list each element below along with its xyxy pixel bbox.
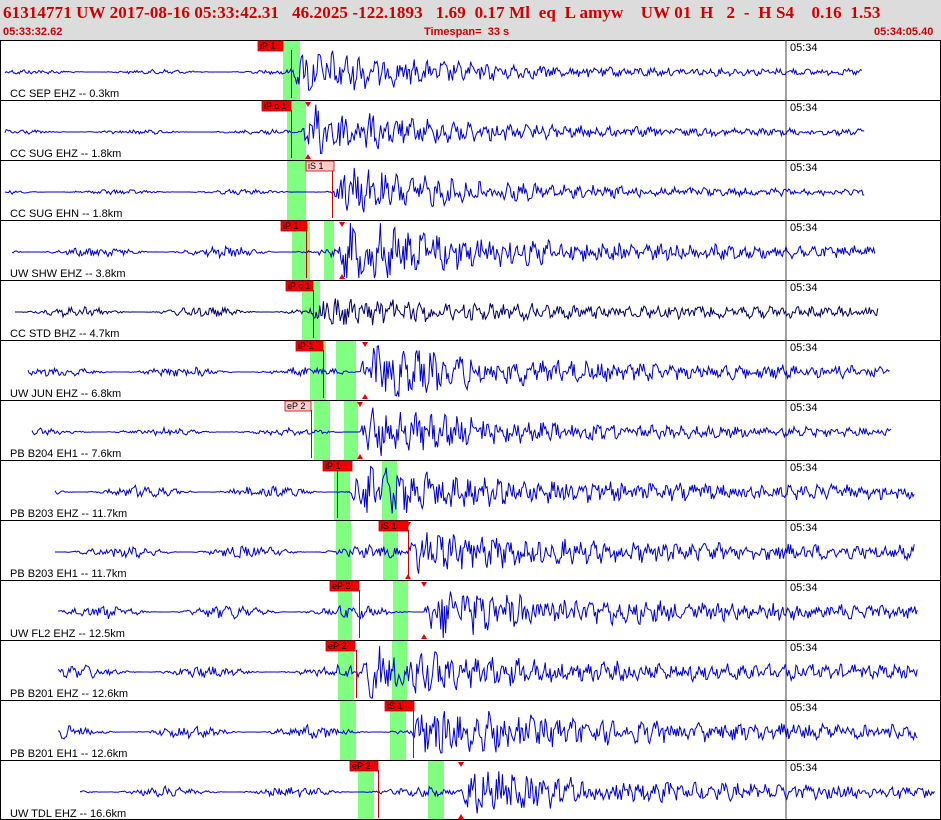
end-time: 05:34:05.40: [874, 26, 934, 38]
start-time: 05:33:32.62: [3, 26, 63, 38]
channel-label: CC SUG EHN -- 1.8km: [10, 208, 122, 220]
channel-label: PB B203 EHZ -- 11.7km: [10, 508, 127, 520]
channel-label: UW TDL EHZ -- 16.6km: [10, 808, 126, 820]
pick-window: [382, 460, 397, 520]
channel-label: CC STD BHZ -- 4.7km: [10, 328, 119, 340]
minute-tick-label: 05:34: [790, 582, 818, 594]
minute-tick-label: 05:34: [790, 342, 818, 354]
minute-tick-label: 05:34: [790, 282, 818, 294]
pick-window: [287, 160, 306, 220]
pick-window: [393, 580, 408, 640]
pick-window: [324, 220, 334, 280]
pick-label: eP 2: [332, 581, 350, 591]
channel-label: UW FL2 EHZ -- 12.5km: [10, 628, 125, 640]
minute-tick-label: 05:34: [790, 762, 818, 774]
pick-window: [336, 340, 356, 400]
timespan: Timespan= 33 s: [424, 26, 509, 38]
pick-label: eP 2: [352, 761, 370, 771]
minute-tick-label: 05:34: [790, 462, 818, 474]
minute-tick-label: 05:34: [790, 402, 818, 414]
pick-label: iP 1: [260, 41, 275, 51]
pick-label: iP 1: [298, 341, 313, 351]
channel-label: UW JUN EHZ -- 6.8km: [10, 388, 121, 400]
pick-window: [336, 520, 351, 580]
minute-tick-label: 05:34: [790, 42, 818, 54]
pick-label: iP c 1: [288, 281, 310, 291]
minute-tick-label: 05:34: [790, 162, 818, 174]
channel-label: UW SHW EHZ -- 3.8km: [10, 268, 126, 280]
channel-label: PB B204 EH1 -- 7.6km: [10, 448, 121, 460]
seismogram-panel[interactable]: 05:34 iP 1 CC SEP EHZ -- 0.3km 05:34 iP c 1 C…: [0, 40, 941, 820]
pick-window: [344, 400, 358, 460]
pick-label: iS 1: [387, 701, 403, 711]
pick-label: iS 1: [308, 161, 324, 171]
channel-label: PB B201 EH1 -- 12.6km: [10, 748, 127, 760]
event-header: 61314771 UW 2017-08-16 05:33:42.31 46.20…: [0, 0, 941, 40]
pick-label: eP 2: [287, 401, 305, 411]
timespan-value: 33 s: [487, 26, 510, 38]
timespan-label: Timespan=: [424, 26, 482, 38]
pick-label: iS 1: [381, 521, 397, 531]
minute-tick-label: 05:34: [790, 222, 818, 234]
channel-label: CC SEP EHZ -- 0.3km: [10, 88, 119, 100]
pick-label: iP 1: [325, 461, 340, 471]
channel-label: PB B201 EHZ -- 12.6km: [10, 688, 128, 700]
event-title: 61314771 UW 2017-08-16 05:33:42.31 46.20…: [3, 3, 881, 22]
minute-tick-label: 05:34: [790, 102, 818, 114]
channel-label: PB B203 EH1 -- 11.7km: [10, 568, 127, 580]
channel-label: CC SUG EHZ -- 1.8km: [10, 148, 121, 160]
minute-tick-label: 05:34: [790, 702, 818, 714]
pick-label: eP 2: [328, 641, 346, 651]
pick-label: iP 1: [283, 221, 298, 231]
minute-tick-label: 05:34: [790, 522, 818, 534]
pick-window: [428, 760, 444, 820]
minute-tick-label: 05:34: [790, 642, 818, 654]
pick-label: iP c 1: [264, 101, 286, 111]
